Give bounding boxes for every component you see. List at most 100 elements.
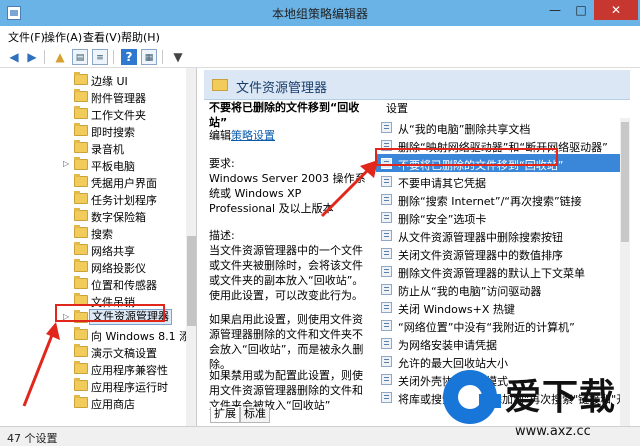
- folder-icon: [74, 276, 88, 289]
- setting-row[interactable]: 不要申请其它凭据: [376, 172, 620, 190]
- folder-icon: [74, 72, 88, 85]
- tab-standard[interactable]: 标准: [240, 407, 270, 423]
- toolbar-separator: [162, 50, 163, 64]
- tree-scrollbar[interactable]: [186, 68, 196, 426]
- description-text: 当文件资源管理器中的一个文件或文件夹被删除时，会将该文件或文件夹的副本放入“回收…: [209, 244, 364, 302]
- folder-icon: [74, 208, 88, 221]
- tree-item[interactable]: 网络共享: [0, 241, 186, 258]
- setting-row[interactable]: 从文件资源管理器中删除搜索按钮: [376, 226, 620, 244]
- folder-icon: [74, 89, 88, 102]
- setting-row[interactable]: 为网络安装申请凭据: [376, 334, 620, 352]
- setting-row[interactable]: 删除文件资源管理器的默认上下文菜单: [376, 262, 620, 280]
- policy-setting-icon: [381, 230, 392, 241]
- minimize-button[interactable]: —: [542, 0, 568, 20]
- show-hide-tree-icon[interactable]: ▤: [72, 49, 88, 65]
- policy-setting-icon: [381, 176, 392, 187]
- menu-help[interactable]: 帮助(H): [121, 29, 160, 45]
- menu-action[interactable]: 操作(A): [44, 29, 82, 45]
- policy-setting-icon: [381, 392, 392, 403]
- tab-extended[interactable]: 扩展: [210, 407, 240, 423]
- policy-description-pane: 不要将已删除的文件移到“回收站” 编辑策略设置 要求: Windows Serv…: [204, 100, 374, 410]
- tree-item[interactable]: 附件管理器: [0, 88, 186, 105]
- setting-row[interactable]: 删除“安全”选项卡: [376, 208, 620, 226]
- policy-setting-icon: [381, 320, 392, 331]
- folder-icon: [74, 106, 88, 119]
- tree-item[interactable]: 工作文件夹: [0, 105, 186, 122]
- folder-icon: [74, 361, 88, 374]
- toolbar-separator: [44, 50, 45, 64]
- policy-setting-icon: [381, 284, 392, 295]
- folder-icon: [74, 242, 88, 255]
- policy-setting-icon: [381, 248, 392, 259]
- properties-icon[interactable]: ▦: [141, 49, 157, 65]
- watermark-logo-icon: [443, 370, 501, 424]
- watermark-url: www.axz.cc: [515, 424, 591, 439]
- folder-icon: [74, 174, 88, 187]
- up-folder-icon[interactable]: ▲: [52, 49, 68, 65]
- tree-item[interactable]: ▷ 平板电脑: [0, 156, 186, 173]
- policy-setting-icon: [381, 302, 392, 313]
- tree-item[interactable]: 录音机: [0, 139, 186, 156]
- policy-setting-icon: [381, 194, 392, 205]
- policy-setting-icon: [381, 374, 392, 385]
- edit-policy-link[interactable]: 策略设置: [231, 129, 275, 142]
- policy-setting-icon: [381, 338, 392, 349]
- tree-highlight-box: [55, 304, 165, 322]
- setting-highlight-box: [375, 148, 558, 166]
- folder-icon: [74, 123, 88, 136]
- watermark-brand: 爱下载: [505, 377, 617, 418]
- setting-row[interactable]: “网络位置”中没有“我附近的计算机”: [376, 316, 620, 334]
- expand-arrow-icon[interactable]: ▷: [63, 159, 69, 168]
- tree-item[interactable]: 任务计划程序: [0, 190, 186, 207]
- folder-icon: [74, 191, 88, 204]
- setting-row[interactable]: 从“我的电脑”删除共享文档: [376, 118, 620, 136]
- policy-setting-icon: [381, 122, 392, 133]
- tree-item[interactable]: 即时搜索: [0, 122, 186, 139]
- status-text: 47 个设置: [7, 432, 58, 445]
- tree-item[interactable]: 数字保险箱: [0, 207, 186, 224]
- panel-title: 文件资源管理器: [236, 81, 328, 96]
- folder-icon: [74, 344, 88, 357]
- policy-title: 不要将已删除的文件移到“回收站”: [209, 101, 360, 129]
- policy-setting-icon: [381, 266, 392, 277]
- folder-icon: [74, 395, 88, 408]
- red-arrow-setting-icon: [320, 160, 378, 218]
- settings-column-header[interactable]: 设置: [386, 100, 408, 118]
- setting-row[interactable]: 关闭 Windows+X 热键: [376, 298, 620, 316]
- settings-scrollbar-thumb[interactable]: [621, 122, 629, 242]
- menu-file[interactable]: 文件(F): [8, 29, 45, 45]
- menu-bar: 文件(F) 操作(A) 查看(V) 帮助(H): [0, 26, 640, 46]
- setting-row[interactable]: 关闭文件资源管理器中的数值排序: [376, 244, 620, 262]
- folder-icon: [74, 157, 88, 170]
- tree-item[interactable]: 凭据用户界面: [0, 173, 186, 190]
- tree-item[interactable]: 位置和传感器: [0, 275, 186, 292]
- filter-icon[interactable]: ▼: [170, 49, 186, 65]
- setting-row[interactable]: 防止从“我的电脑”访问驱动器: [376, 280, 620, 298]
- forward-arrow-icon[interactable]: ▶: [24, 49, 40, 65]
- edit-policy-line: 编辑策略设置: [209, 129, 275, 142]
- setting-row[interactable]: 删除“搜索 Internet”/“再次搜索”链接: [376, 190, 620, 208]
- policy-setting-icon: [381, 212, 392, 223]
- help-icon[interactable]: ?: [121, 49, 137, 65]
- red-arrow-tree-icon: [22, 322, 60, 407]
- folder-icon: [74, 327, 88, 340]
- folder-icon: [74, 259, 88, 272]
- tree-scrollbar-thumb[interactable]: [187, 236, 196, 326]
- back-arrow-icon[interactable]: ◀: [6, 49, 22, 65]
- folder-icon: [74, 378, 88, 391]
- folder-icon: [74, 225, 88, 238]
- menu-view[interactable]: 查看(V): [83, 29, 121, 45]
- maximize-button[interactable]: □: [568, 0, 594, 20]
- folder-icon: [74, 140, 88, 153]
- close-button[interactable]: ✕: [594, 0, 638, 20]
- title-bar: 本地组策略编辑器 — □ ✕: [0, 0, 640, 26]
- tree-item[interactable]: 边缘 UI: [0, 71, 186, 88]
- folder-icon: [212, 79, 228, 91]
- policy-setting-icon: [381, 356, 392, 367]
- export-list-icon[interactable]: ≡: [92, 49, 108, 65]
- if-enabled-text: 如果启用此设置，则使用文件资源管理器删除的文件和文件夹不会放入“回收站”，而是被…: [209, 313, 364, 371]
- description-label: 描述:: [209, 229, 235, 242]
- tree-item[interactable]: 搜索: [0, 224, 186, 241]
- panel-header: 文件资源管理器: [204, 70, 630, 100]
- tree-item[interactable]: 网络投影仪: [0, 258, 186, 275]
